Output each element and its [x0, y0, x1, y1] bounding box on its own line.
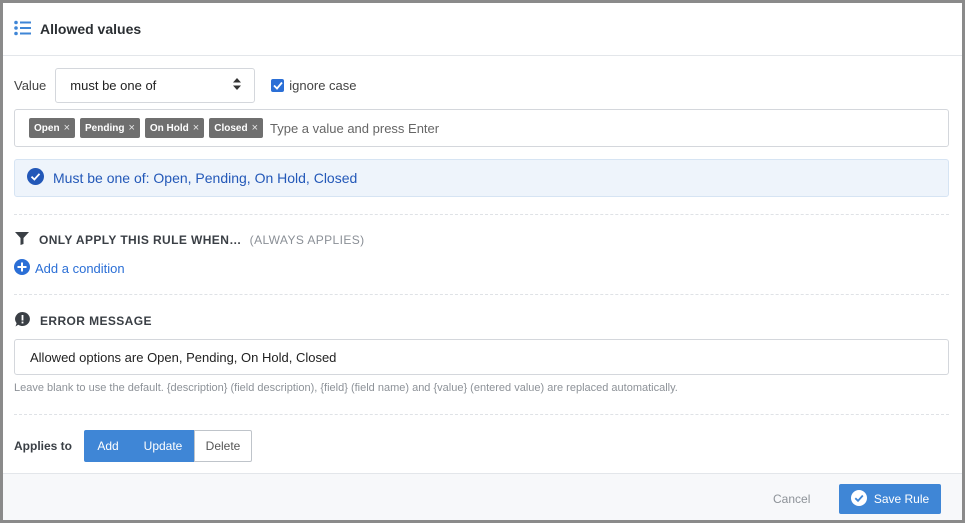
- condition-subheading: (ALWAYS APPLIES): [249, 233, 365, 247]
- dialog-header: Allowed values: [3, 3, 962, 56]
- tag-chip: Closed ×: [209, 118, 263, 138]
- list-icon: [14, 20, 31, 39]
- ignore-case-option[interactable]: ignore case: [271, 78, 357, 93]
- tag-remove-icon[interactable]: ×: [64, 122, 70, 134]
- tag-label: Open: [34, 122, 60, 134]
- applies-add-button[interactable]: Add: [84, 430, 133, 462]
- rule-summary-text: Must be one of: Open, Pending, On Hold, …: [53, 170, 358, 186]
- tag-text-input[interactable]: Type a value and press Enter: [270, 121, 439, 136]
- tag-remove-icon[interactable]: ×: [252, 122, 258, 134]
- tag-chip: Open ×: [29, 118, 75, 138]
- select-arrows-icon: [233, 78, 242, 93]
- save-rule-label: Save Rule: [873, 492, 930, 506]
- tag-remove-icon[interactable]: ×: [128, 122, 134, 134]
- operator-select[interactable]: must be one of: [55, 68, 256, 103]
- tag-chip: Pending ×: [80, 118, 140, 138]
- applies-delete-button[interactable]: Delete: [194, 430, 253, 462]
- cancel-button[interactable]: Cancel: [773, 492, 810, 506]
- value-row: Value must be one of ignore case: [14, 68, 357, 103]
- error-heading: ERROR MESSAGE: [40, 314, 152, 328]
- dialog-title: Allowed values: [40, 21, 142, 37]
- tag-label: Pending: [85, 122, 125, 134]
- allowed-values-tag-input[interactable]: Open × Pending × On Hold × Closed × Type…: [14, 109, 949, 147]
- applies-to-row: Applies to Add Update Delete: [14, 430, 253, 462]
- dialog-footer: Cancel Save Rule: [3, 473, 962, 520]
- add-condition-link[interactable]: Add a condition: [14, 259, 125, 278]
- tag-chip: On Hold ×: [144, 118, 205, 138]
- rule-summary: Must be one of: Open, Pending, On Hold, …: [14, 159, 949, 197]
- filter-icon: [15, 232, 29, 248]
- ignore-case-checkbox[interactable]: [271, 79, 285, 92]
- tag-label: Closed: [214, 122, 248, 134]
- check-circle-icon: [850, 489, 867, 509]
- exclamation-bubble-icon: [15, 312, 30, 330]
- tag-label: On Hold: [149, 122, 189, 134]
- section-divider: [14, 214, 949, 215]
- ignore-case-label: ignore case: [289, 78, 357, 93]
- applies-to-label: Applies to: [14, 439, 73, 453]
- allowed-values-dialog: Allowed values Value must be one of igno…: [0, 0, 965, 523]
- section-divider: [14, 414, 949, 415]
- tag-remove-icon[interactable]: ×: [193, 122, 199, 134]
- add-condition-label: Add a condition: [35, 261, 125, 276]
- error-section-heading: ERROR MESSAGE: [15, 312, 152, 330]
- check-icon: [273, 81, 283, 90]
- operator-selected-value: must be one of: [70, 78, 157, 93]
- section-divider: [14, 294, 949, 295]
- plus-circle-icon: [14, 259, 30, 278]
- error-help-text: Leave blank to use the default. {descrip…: [14, 382, 678, 394]
- applies-to-segmented-control: Add Update Delete: [84, 430, 253, 462]
- check-circle-icon: [27, 168, 44, 188]
- applies-update-button[interactable]: Update: [132, 430, 195, 462]
- value-label: Value: [14, 78, 47, 93]
- error-message-input[interactable]: Allowed options are Open, Pending, On Ho…: [14, 339, 949, 375]
- save-rule-button[interactable]: Save Rule: [839, 484, 941, 514]
- condition-section-heading: ONLY APPLY THIS RULE WHEN… (ALWAYS APPLI…: [15, 232, 365, 248]
- condition-heading: ONLY APPLY THIS RULE WHEN…: [39, 233, 242, 247]
